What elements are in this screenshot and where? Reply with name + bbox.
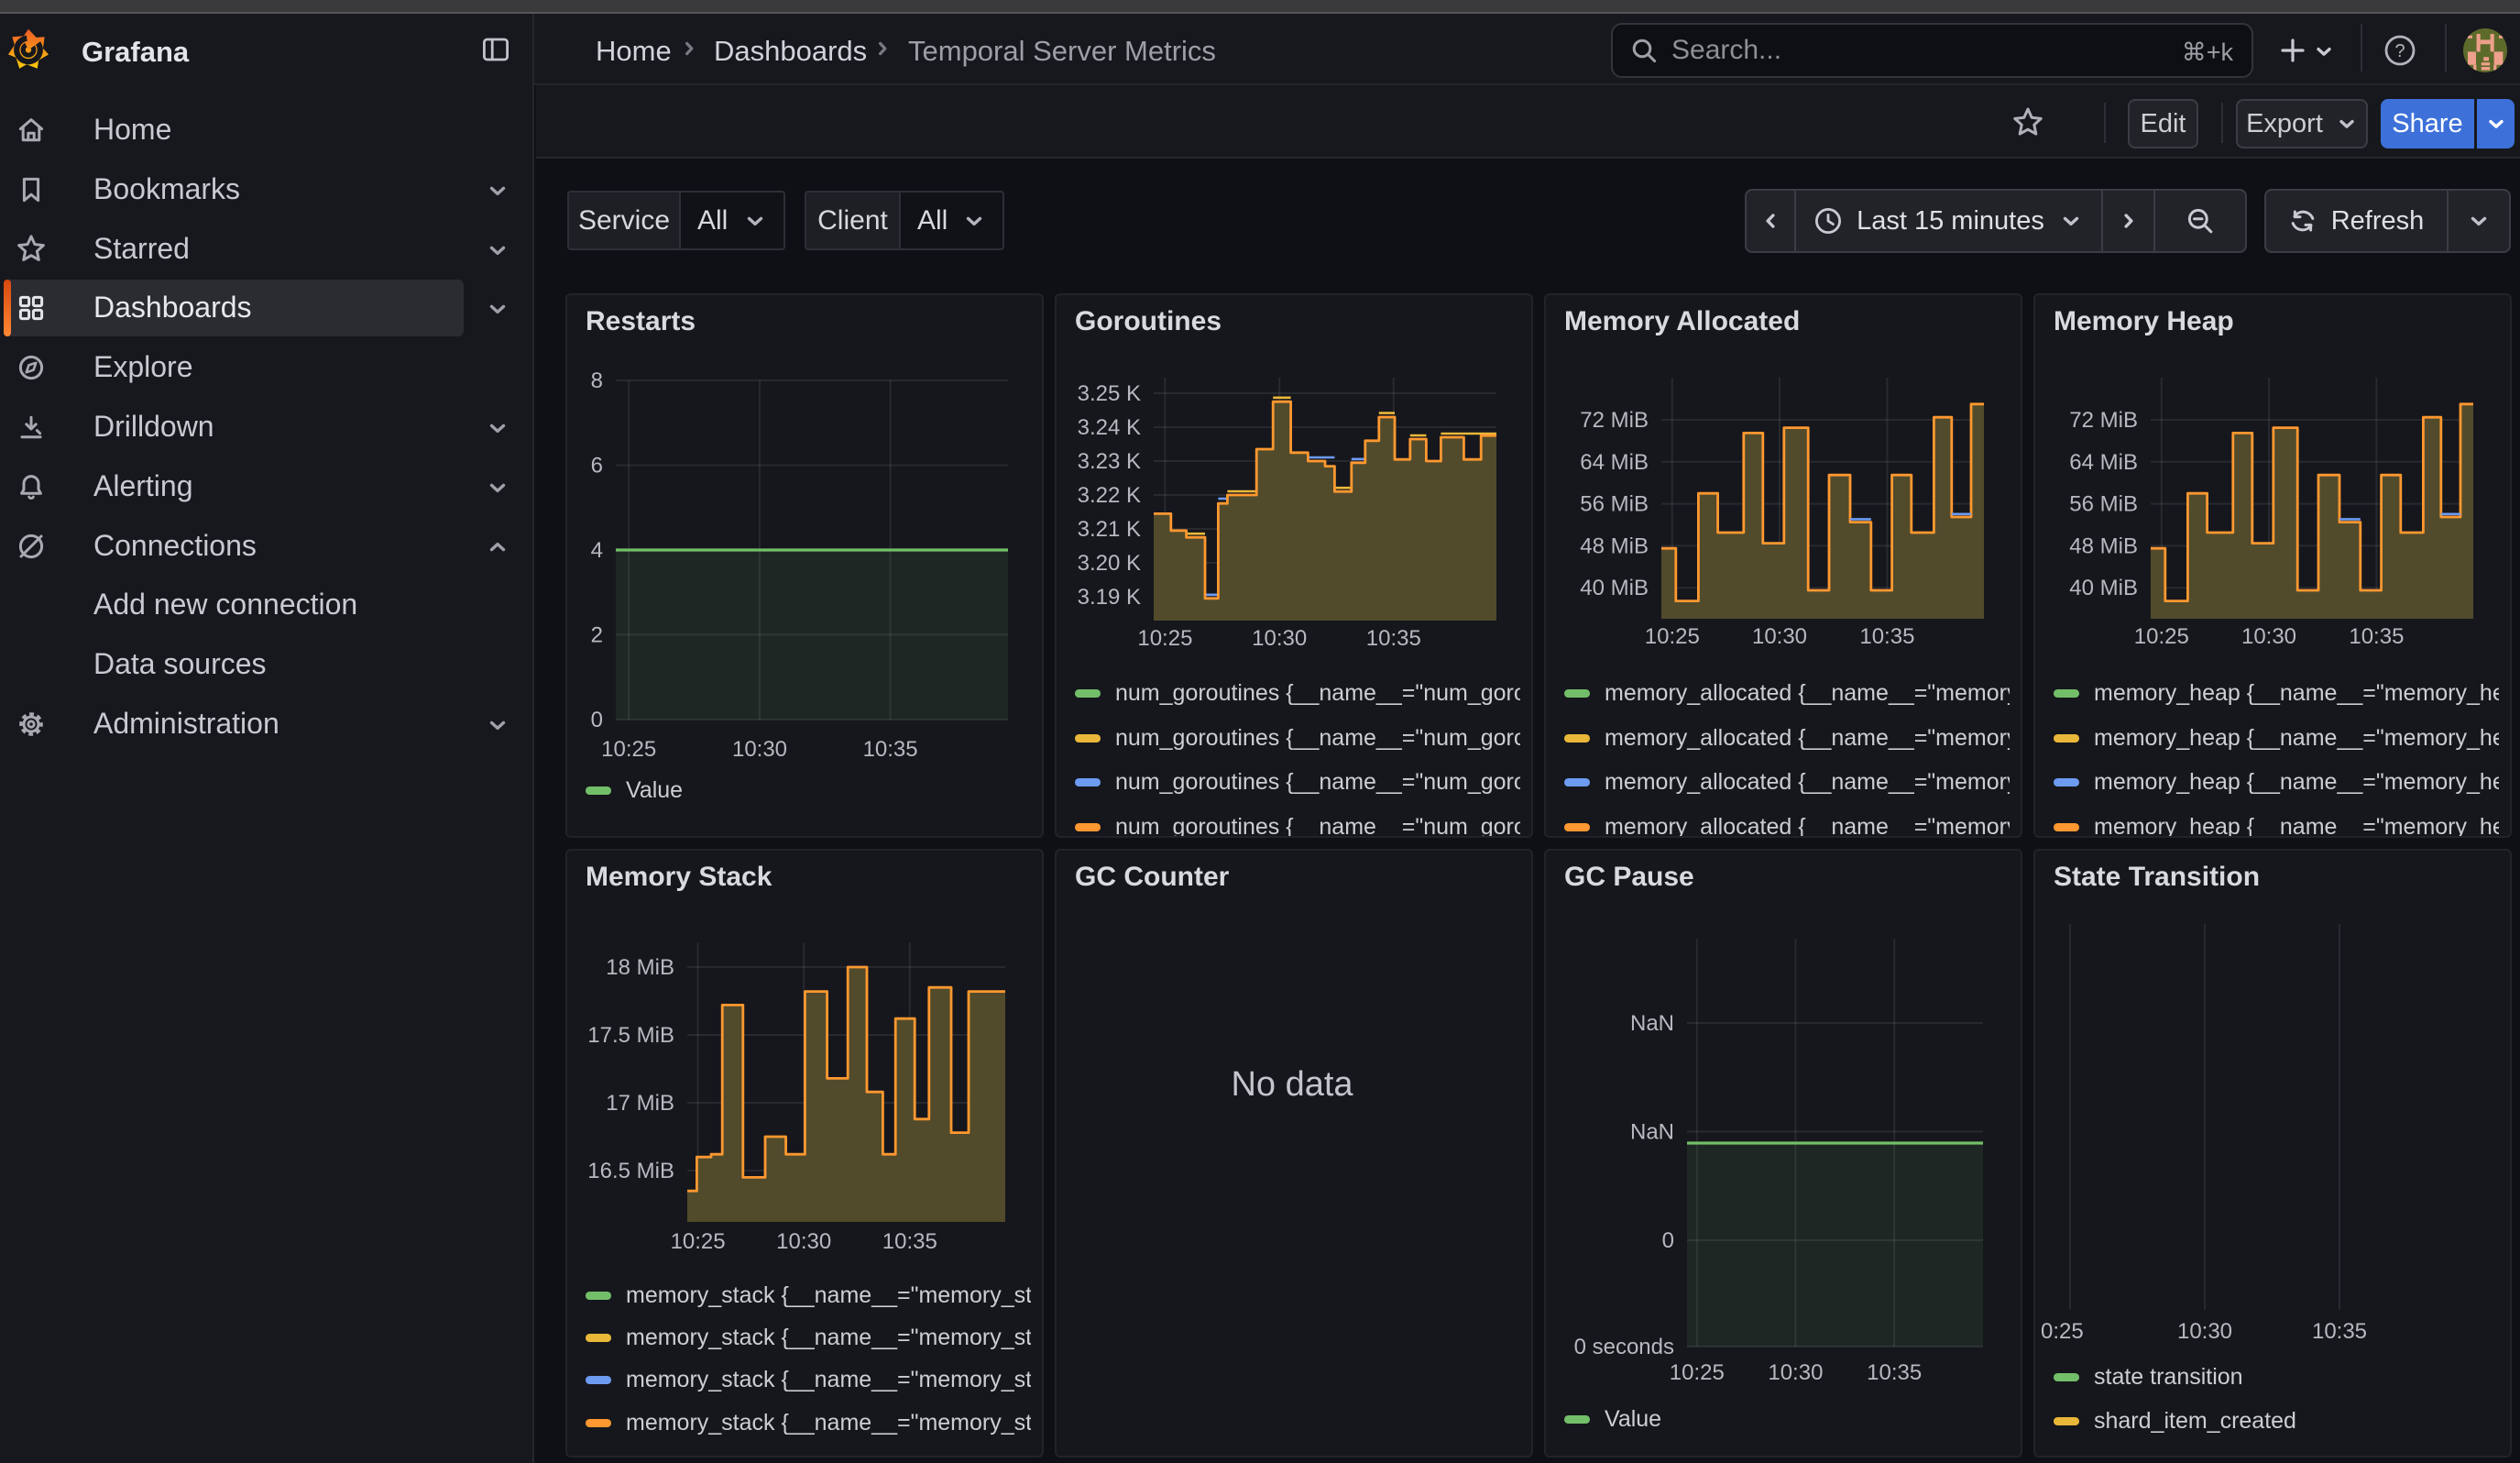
svg-text:64 MiB: 64 MiB xyxy=(2069,450,2138,475)
svg-text:10:25: 10:25 xyxy=(671,1229,726,1254)
svg-text:10:35: 10:35 xyxy=(1859,624,1914,649)
svg-text:8: 8 xyxy=(591,368,603,393)
svg-text:2: 2 xyxy=(591,622,603,647)
svg-text:3.25 K: 3.25 K xyxy=(1078,381,1141,406)
svg-text:10:35: 10:35 xyxy=(1867,1360,1922,1385)
svg-text:10:35: 10:35 xyxy=(2312,1319,2367,1344)
svg-text:64 MiB: 64 MiB xyxy=(1580,450,1649,475)
svg-text:10:35: 10:35 xyxy=(1366,626,1421,651)
svg-text:10:25: 10:25 xyxy=(2134,624,2189,649)
svg-text:3.24 K: 3.24 K xyxy=(1078,415,1141,440)
svg-text:10:35: 10:35 xyxy=(882,1229,937,1254)
svg-text:10:30: 10:30 xyxy=(2177,1319,2232,1344)
svg-text:?: ? xyxy=(2394,41,2405,61)
svg-text:0: 0 xyxy=(591,708,603,732)
svg-text:10:25: 10:25 xyxy=(1137,626,1192,651)
svg-text:10:30: 10:30 xyxy=(1752,624,1807,649)
svg-text:10:30: 10:30 xyxy=(1252,626,1307,651)
svg-text:10:25: 10:25 xyxy=(1670,1360,1725,1385)
svg-text:0: 0 xyxy=(1662,1228,1674,1253)
svg-text:40 MiB: 40 MiB xyxy=(2069,576,2138,600)
svg-text:17 MiB: 17 MiB xyxy=(606,1091,674,1116)
svg-text:18 MiB: 18 MiB xyxy=(606,955,674,980)
svg-text:48 MiB: 48 MiB xyxy=(2069,534,2138,558)
svg-text:17.5 MiB: 17.5 MiB xyxy=(587,1023,674,1048)
svg-text:4: 4 xyxy=(591,538,603,563)
svg-text:48 MiB: 48 MiB xyxy=(1580,534,1649,558)
svg-text:NaN: NaN xyxy=(1630,1011,1674,1036)
svg-text:10:30: 10:30 xyxy=(732,737,787,762)
svg-text:10:35: 10:35 xyxy=(2349,624,2404,649)
svg-text:3.22 K: 3.22 K xyxy=(1078,483,1141,508)
svg-text:0 seconds: 0 seconds xyxy=(1574,1335,1674,1359)
svg-text:NaN: NaN xyxy=(1630,1119,1674,1144)
svg-text:56 MiB: 56 MiB xyxy=(1580,492,1649,517)
svg-text:40 MiB: 40 MiB xyxy=(1580,576,1649,600)
svg-text:10:30: 10:30 xyxy=(2241,624,2296,649)
svg-text:56 MiB: 56 MiB xyxy=(2069,492,2138,517)
svg-text:10:35: 10:35 xyxy=(863,737,918,762)
svg-text:6: 6 xyxy=(591,454,603,478)
svg-text:3.23 K: 3.23 K xyxy=(1078,449,1141,474)
svg-text:10:30: 10:30 xyxy=(776,1229,831,1254)
svg-text:10:25: 10:25 xyxy=(1645,624,1700,649)
svg-text:16.5 MiB: 16.5 MiB xyxy=(587,1159,674,1183)
svg-text:3.20 K: 3.20 K xyxy=(1078,551,1141,576)
svg-text:10:25: 10:25 xyxy=(601,737,656,762)
svg-text:72 MiB: 72 MiB xyxy=(2069,408,2138,433)
svg-text:3.19 K: 3.19 K xyxy=(1078,585,1141,610)
svg-text:3.21 K: 3.21 K xyxy=(1078,517,1141,542)
svg-text:0:25: 0:25 xyxy=(2041,1319,2084,1344)
svg-text:72 MiB: 72 MiB xyxy=(1580,408,1649,433)
svg-text:10:30: 10:30 xyxy=(1768,1360,1823,1385)
